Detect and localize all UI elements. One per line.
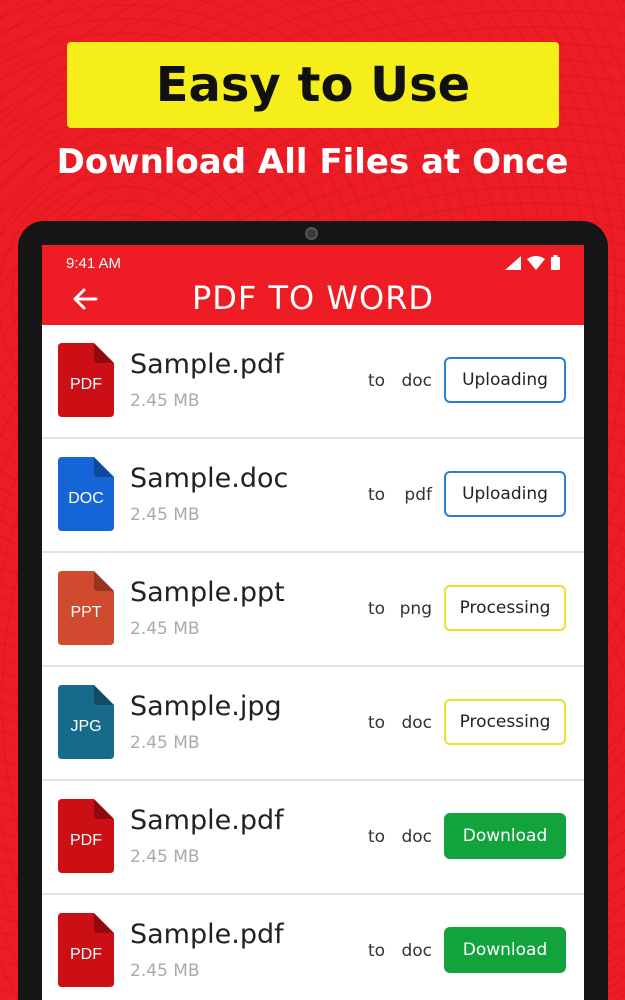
processing-button[interactable]: Processing [444,699,566,745]
file-size: 2.45 MB [130,847,200,867]
conversion-to-label: to [368,485,386,505]
file-type-icon: JPG [58,685,114,759]
svg-text:DOC: DOC [68,490,104,507]
svg-text:PDF: PDF [70,376,102,393]
file-size: 2.45 MB [130,619,200,639]
camera-icon [305,227,318,240]
file-name: Sample.ppt [130,577,285,608]
promo-banner: Easy to Use [67,42,559,128]
file-size: 2.45 MB [130,733,200,753]
conversion-to-label: to [368,371,386,391]
tablet-frame: 9:41 AM PDF TO WORD PDF Sample.pdf 2.45 … [18,221,608,1000]
file-name: Sample.jpg [130,691,282,722]
file-size: 2.45 MB [130,391,200,411]
conversion-to-label: to [368,599,386,619]
processing-button[interactable]: Processing [444,585,566,631]
file-type-icon: PDF [58,799,114,873]
status-time: 9:41 AM [66,255,122,272]
wifi-icon [527,255,545,270]
list-item: PDF Sample.pdf 2.45 MB to doc Uploading [42,325,584,439]
target-format: pdf [404,485,432,505]
app-screen: 9:41 AM PDF TO WORD PDF Sample.pdf 2.45 … [42,245,584,1000]
file-type-icon: PDF [58,343,114,417]
status-icons [505,255,560,270]
file-size: 2.45 MB [130,505,200,525]
conversion-to-label: to [368,827,386,847]
uploading-button[interactable]: Uploading [444,471,566,517]
target-format: doc [401,371,432,391]
file-name: Sample.pdf [130,805,284,836]
file-name: Sample.pdf [130,919,284,950]
file-type-icon: PDF [58,913,114,987]
svg-text:PPT: PPT [70,604,101,621]
list-item: PDF Sample.pdf 2.45 MB to doc Download [42,781,584,895]
file-list: PDF Sample.pdf 2.45 MB to doc Uploading … [42,325,584,1000]
list-item: PPT Sample.ppt 2.45 MB to png Processing [42,553,584,667]
target-format: png [399,599,432,619]
promo-headline: Easy to Use [155,57,471,113]
list-item: JPG Sample.jpg 2.45 MB to doc Processing [42,667,584,781]
conversion-to-label: to [368,713,386,733]
file-type-icon: DOC [58,457,114,531]
target-format: doc [401,827,432,847]
list-item: DOC Sample.doc 2.45 MB to pdf Uploading [42,439,584,553]
app-bar-title: PDF TO WORD [191,279,435,317]
app-bar: 9:41 AM PDF TO WORD [42,245,584,325]
file-size: 2.45 MB [130,961,200,981]
file-name: Sample.pdf [130,349,284,380]
file-type-icon: PPT [58,571,114,645]
conversion-to-label: to [368,941,386,961]
battery-icon [551,255,560,270]
svg-text:PDF: PDF [70,832,102,849]
list-item: PDF Sample.pdf 2.45 MB to doc Download [42,895,584,1000]
download-button[interactable]: Download [444,927,566,973]
target-format: doc [401,941,432,961]
download-button[interactable]: Download [444,813,566,859]
promo-subheadline: Download All Files at Once [56,142,569,182]
signal-icon [505,255,521,270]
uploading-button[interactable]: Uploading [444,357,566,403]
svg-text:JPG: JPG [70,718,101,735]
target-format: doc [401,713,432,733]
file-name: Sample.doc [130,463,289,494]
svg-text:PDF: PDF [70,946,102,963]
